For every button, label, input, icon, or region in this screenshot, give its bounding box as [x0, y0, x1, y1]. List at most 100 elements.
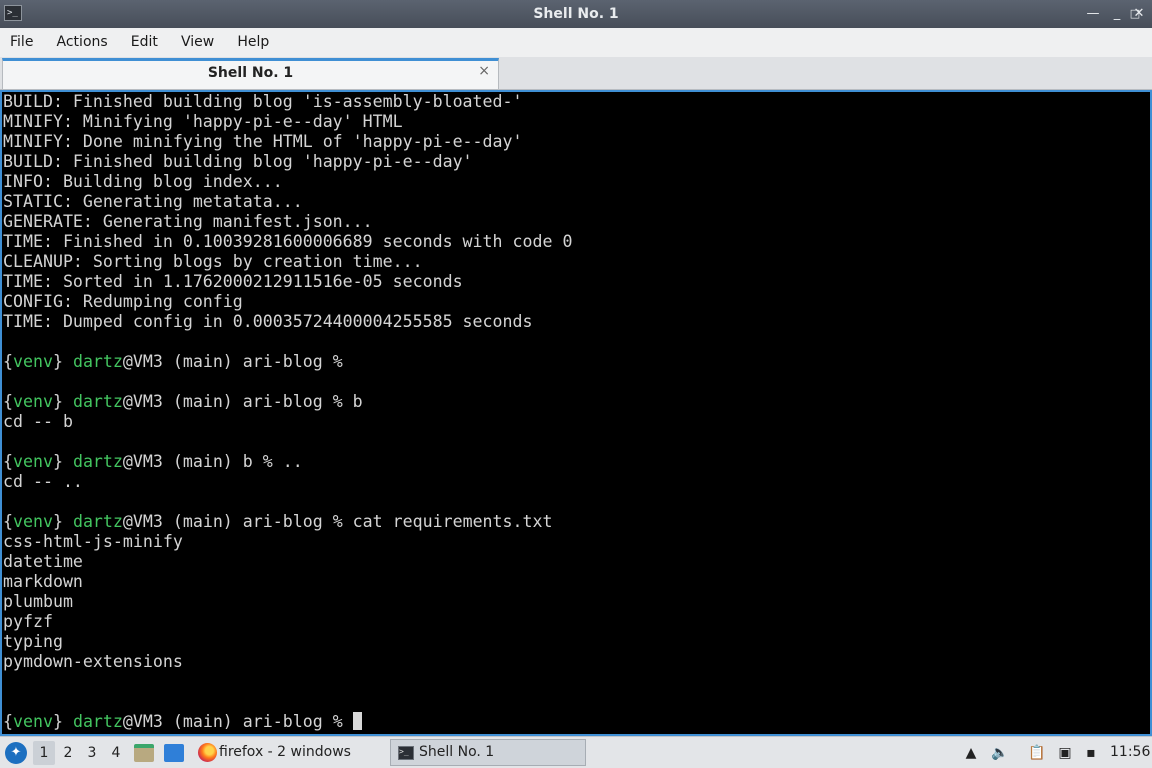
terminal-line: TIME: Dumped config in 0.000357244000042… — [3, 312, 572, 332]
terminal-text: venv — [13, 712, 53, 731]
terminal-line: datetime — [3, 552, 572, 572]
terminal-text: MINIFY: Done minifying the HTML of 'happ… — [3, 132, 523, 151]
window-titlebar[interactable]: >_ Shell No. 1 — _ □ ✕ — [0, 0, 1152, 28]
terminal-line: {venv} dartz@VM3 (main) ari-blog % b — [3, 392, 572, 412]
show-desktop-icon[interactable] — [164, 744, 184, 762]
terminal-text: plumbum — [3, 592, 73, 611]
shell-task-button[interactable]: >_ Shell No. 1 — [390, 739, 586, 766]
terminal-text: datetime — [3, 552, 83, 571]
terminal-text: @VM3 (main) ari-blog % cat requirements.… — [122, 512, 553, 531]
terminal-line: BUILD: Finished building blog 'happy-pi-… — [3, 152, 572, 172]
terminal-text: INFO: Building blog index... — [3, 172, 283, 191]
clock: 11:56 — [1110, 744, 1151, 760]
terminal-text: dartz — [72, 352, 123, 371]
terminal-text: markdown — [3, 572, 83, 591]
terminal-text: typing — [3, 632, 63, 651]
terminal-text: } — [52, 712, 73, 731]
start-menu-icon[interactable]: ✦ — [5, 742, 27, 764]
close-button[interactable]: ✕ — [1129, 4, 1149, 24]
terminal-line: typing — [3, 632, 572, 652]
minimize-button[interactable]: _ — [1107, 4, 1127, 24]
menu-actions[interactable]: Actions — [48, 28, 117, 57]
terminal-text: TIME: Sorted in 1.1762000212911516e-05 s… — [3, 272, 463, 291]
taskbar: ✦ 1 2 3 4 firefox - 2 windows >_ Shell N… — [0, 736, 1152, 768]
terminal-text: CONFIG: Redumping config — [3, 292, 243, 311]
terminal-line: plumbum — [3, 592, 572, 612]
terminal-text: } — [52, 512, 73, 531]
terminal-line: {venv} dartz@VM3 (main) b % .. — [3, 452, 572, 472]
menu-edit[interactable]: Edit — [122, 28, 167, 57]
terminal-line: cd -- b — [3, 412, 572, 432]
terminal-text: TIME: Finished in 0.10039281600006689 se… — [3, 232, 573, 251]
terminal-line: TIME: Sorted in 1.1762000212911516e-05 s… — [3, 272, 572, 292]
terminal-output: BUILD: Finished building blog 'is-assemb… — [3, 92, 572, 732]
network-icon[interactable]: ▣ — [1055, 743, 1075, 763]
terminal-text: venv — [13, 512, 53, 531]
tab-close-icon[interactable]: × — [478, 63, 490, 79]
terminal-line: pyfzf — [3, 612, 572, 632]
terminal-text: dartz — [72, 512, 123, 531]
terminal-line: GENERATE: Generating manifest.json... — [3, 212, 572, 232]
terminal-icon: >_ — [398, 746, 414, 760]
terminal-view[interactable]: BUILD: Finished building blog 'is-assemb… — [0, 90, 1152, 736]
terminal-line: STATIC: Generating metatata... — [3, 192, 572, 212]
terminal-text: } — [52, 352, 73, 371]
terminal-text: venv — [13, 452, 53, 471]
terminal-text: venv — [13, 352, 53, 371]
terminal-cursor — [352, 712, 362, 730]
clipboard-icon[interactable]: 📋 — [1028, 743, 1046, 763]
file-manager-icon[interactable] — [134, 744, 154, 762]
firefox-icon[interactable] — [198, 743, 217, 762]
terminal-line: {venv} dartz@VM3 (main) ari-blog % — [3, 352, 572, 372]
terminal-text: TIME: Dumped config in 0.000357244000042… — [3, 312, 533, 331]
tray-up-icon[interactable]: ▲ — [962, 743, 980, 763]
menu-file[interactable]: File — [0, 28, 42, 57]
terminal-text: { — [3, 392, 13, 411]
terminal-line: CONFIG: Redumping config — [3, 292, 572, 312]
terminal-text: { — [3, 352, 13, 371]
volume-icon[interactable]: 🔈 — [990, 743, 1010, 763]
menu-help[interactable]: Help — [228, 28, 278, 57]
terminal-text: pymdown-extensions — [3, 652, 183, 671]
tab-shell-1[interactable]: Shell No. 1 × — [2, 58, 499, 89]
terminal-line: pymdown-extensions — [3, 652, 572, 672]
terminal-text: { — [3, 452, 13, 471]
desktop-3-button[interactable]: 3 — [81, 741, 103, 765]
terminal-text: CLEANUP: Sorting blogs by creation time.… — [3, 252, 423, 271]
menu-view[interactable]: View — [172, 28, 223, 57]
shade-button[interactable]: — — [1083, 4, 1103, 24]
firefox-task-label[interactable]: firefox - 2 windows — [219, 737, 351, 768]
terminal-text: @VM3 (main) ari-blog % — [122, 712, 353, 731]
terminal-line: INFO: Building blog index... — [3, 172, 572, 192]
terminal-line: cd -- .. — [3, 472, 572, 492]
terminal-text: @VM3 (main) b % .. — [122, 452, 303, 471]
terminal-line: MINIFY: Done minifying the HTML of 'happ… — [3, 132, 572, 152]
terminal-text: cd -- .. — [3, 472, 83, 491]
terminal-text: } — [52, 392, 73, 411]
terminal-text: BUILD: Finished building blog 'happy-pi-… — [3, 152, 473, 171]
terminal-text: dartz — [72, 392, 123, 411]
terminal-text: dartz — [72, 712, 123, 731]
terminal-text: STATIC: Generating metatata... — [3, 192, 303, 211]
terminal-text: cd -- b — [3, 412, 73, 431]
terminal-line: {venv} dartz@VM3 (main) ari-blog % — [3, 712, 572, 732]
terminal-text: @VM3 (main) ari-blog % — [122, 352, 343, 371]
terminal-line: {venv} dartz@VM3 (main) ari-blog % cat r… — [3, 512, 572, 532]
desktop-1-button[interactable]: 1 — [33, 741, 55, 765]
notification-icon[interactable]: ▪ — [1082, 743, 1100, 763]
desktop-4-button[interactable]: 4 — [105, 741, 127, 765]
terminal-text: dartz — [72, 452, 123, 471]
terminal-line: BUILD: Finished building blog 'is-assemb… — [3, 92, 572, 112]
terminal-text: { — [3, 712, 13, 731]
tab-label: Shell No. 1 — [207, 65, 294, 81]
desktop-2-button[interactable]: 2 — [57, 741, 79, 765]
menubar: File Actions Edit View Help — [0, 28, 1152, 57]
window-title: Shell No. 1 — [533, 6, 619, 22]
terminal-text: venv — [13, 392, 53, 411]
terminal-line: MINIFY: Minifying 'happy-pi-e--day' HTML — [3, 112, 572, 132]
terminal-text: pyfzf — [3, 612, 53, 631]
tab-bar: Shell No. 1 × — [0, 57, 1152, 90]
